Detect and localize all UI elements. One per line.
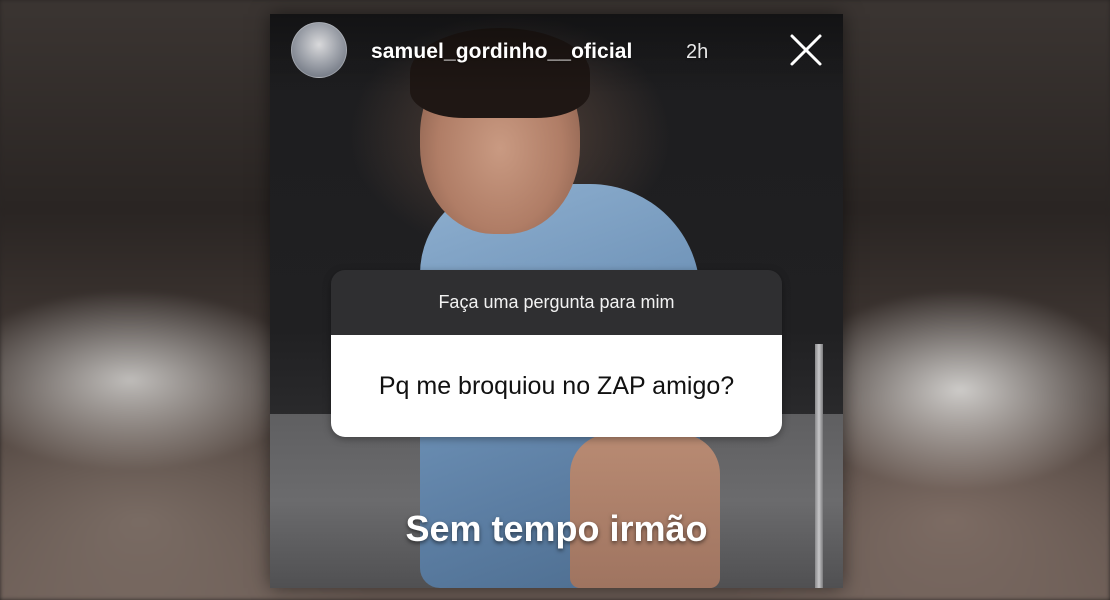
question-answer: Pq me broquiou no ZAP amigo? (331, 335, 782, 437)
story-timestamp: 2h (686, 41, 709, 63)
question-sticker: Faça uma pergunta para mim Pq me broquio… (331, 270, 782, 437)
photo-wall-edge (815, 344, 823, 588)
close-button[interactable] (785, 31, 825, 71)
author-username[interactable]: samuel_gordinho__oficial (371, 40, 632, 64)
story-caption: Sem tempo irmão (405, 508, 708, 549)
author-avatar[interactable] (291, 22, 347, 78)
story-header: samuel_gordinho__oficial 2h (270, 14, 843, 94)
story-viewer[interactable]: samuel_gordinho__oficial 2h Faça uma per… (270, 14, 843, 588)
question-prompt: Faça uma pergunta para mim (331, 270, 782, 335)
close-icon (790, 34, 822, 66)
